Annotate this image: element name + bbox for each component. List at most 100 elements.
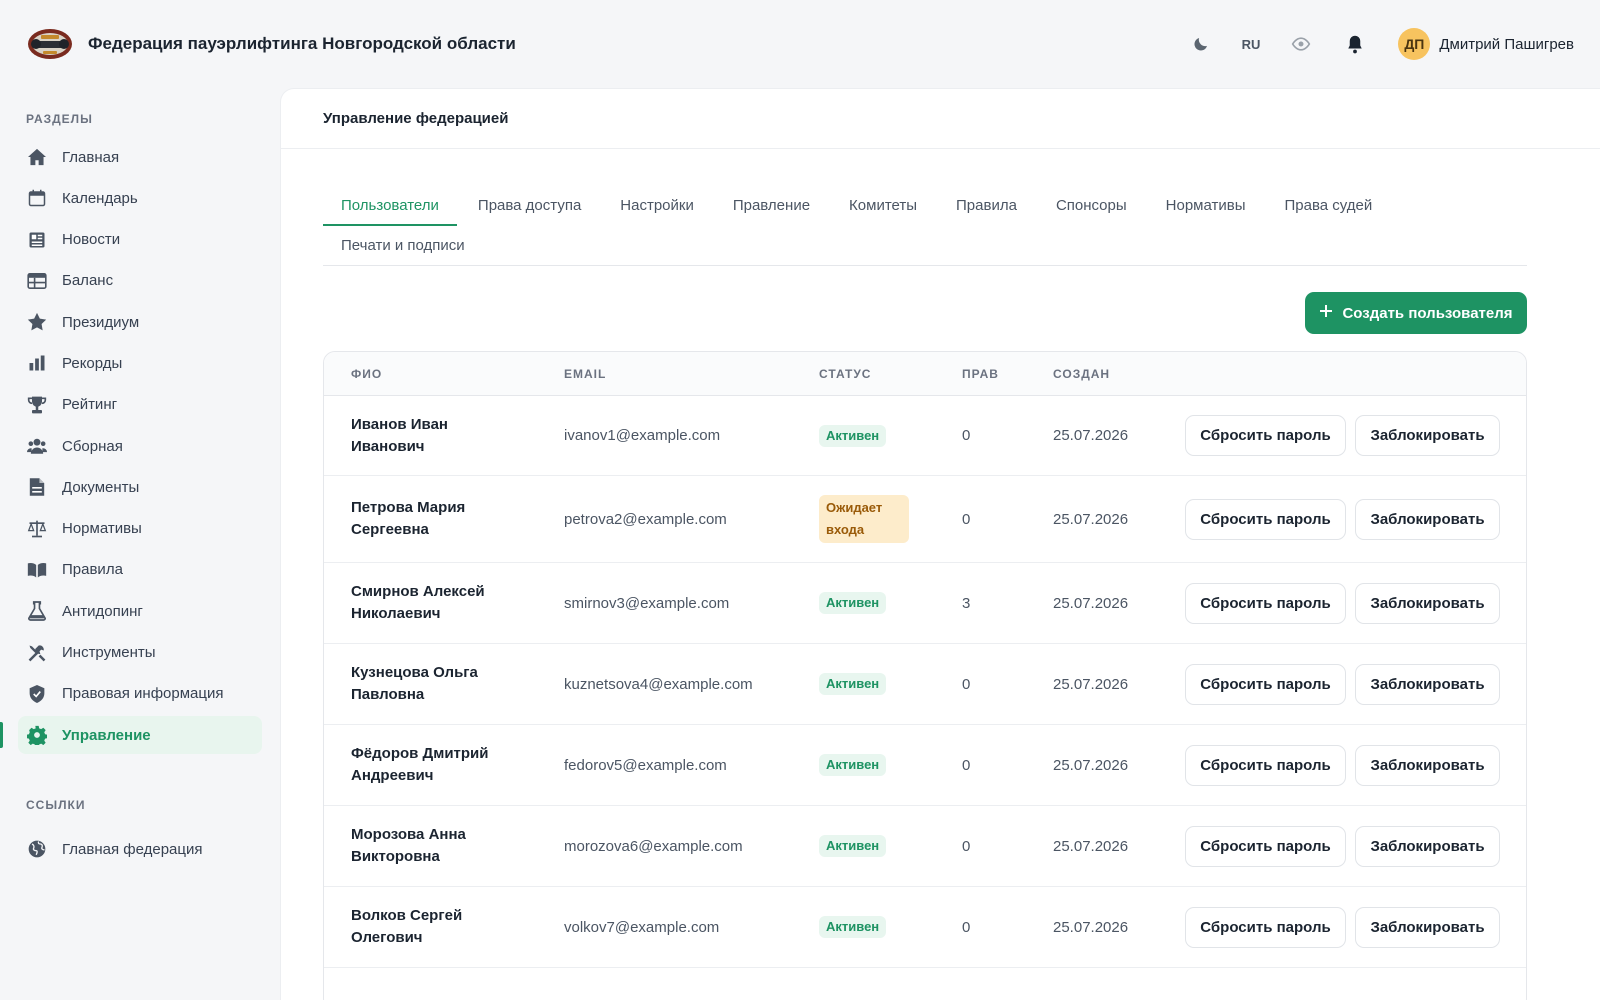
block-user-button[interactable]: Заблокировать bbox=[1355, 415, 1500, 456]
sidebar-item-label: Рекорды bbox=[62, 354, 123, 372]
reset-password-button[interactable]: Сбросить пароль bbox=[1185, 415, 1346, 456]
user-name-cell: Смирнов Алексей Николаевич bbox=[351, 583, 485, 622]
sidebar-item-rating[interactable]: Рейтинг bbox=[18, 386, 262, 424]
tab-seals-signatures[interactable]: Печати и подписи bbox=[323, 225, 483, 265]
news-icon bbox=[26, 229, 48, 251]
status-badge: Активен bbox=[819, 754, 887, 776]
table-row: Кузнецова Ольга Павловна kuznetsova4@exa… bbox=[324, 644, 1526, 725]
tab-rules[interactable]: Правила bbox=[938, 185, 1035, 225]
column-header-email[interactable]: EMAIL bbox=[537, 367, 793, 381]
created-cell: 25.07.2026 bbox=[1053, 594, 1129, 612]
table-row: Иванов Иван Иванович ivanov1@example.com… bbox=[324, 396, 1526, 476]
sidebar-item-documents[interactable]: Документы bbox=[18, 468, 262, 506]
federation-logo[interactable] bbox=[26, 26, 74, 62]
tab-users[interactable]: Пользователи bbox=[323, 185, 457, 226]
create-user-label: Создать пользователя bbox=[1342, 304, 1513, 322]
tab-board[interactable]: Правление bbox=[715, 185, 828, 225]
main-panel: Управление федерацией Пользователи Права… bbox=[280, 88, 1600, 1000]
tab-judge-rights[interactable]: Права судей bbox=[1267, 185, 1391, 225]
bell-icon[interactable] bbox=[1342, 31, 1368, 57]
tab-standards[interactable]: Нормативы bbox=[1148, 185, 1264, 225]
sidebar-item-label: Рейтинг bbox=[62, 396, 118, 414]
sidebar-item-legal[interactable]: Правовая информация bbox=[18, 675, 262, 713]
table-row: Фёдоров Дмитрий Андреевич fedorov5@examp… bbox=[324, 725, 1526, 806]
block-user-button[interactable]: Заблокировать bbox=[1355, 498, 1500, 540]
block-user-button[interactable]: Заблокировать bbox=[1355, 906, 1500, 948]
sidebar-item-presidium[interactable]: Президиум bbox=[18, 303, 262, 341]
language-switch[interactable]: RU bbox=[1242, 37, 1261, 52]
reset-password-button[interactable]: Сбросить пароль bbox=[1185, 582, 1346, 624]
table-row: Смирнов Алексей Николаевич smirnov3@exam… bbox=[324, 563, 1526, 644]
reset-password-button[interactable]: Сбросить пароль bbox=[1185, 825, 1346, 867]
created-cell: 25.07.2026 bbox=[1053, 837, 1129, 855]
block-user-button[interactable]: Заблокировать bbox=[1355, 744, 1500, 786]
eye-icon[interactable] bbox=[1288, 31, 1314, 57]
active-indicator bbox=[0, 722, 3, 749]
created-cell: 25.07.2026 bbox=[1053, 510, 1129, 528]
scales-icon bbox=[26, 518, 48, 540]
block-user-button[interactable]: Заблокировать bbox=[1355, 825, 1500, 867]
rights-cell: 0 bbox=[962, 510, 971, 528]
sidebar-item-label: Главная федерация bbox=[62, 840, 203, 858]
reset-password-button[interactable]: Сбросить пароль bbox=[1185, 906, 1346, 948]
tab-sponsors[interactable]: Спонсоры bbox=[1038, 185, 1145, 225]
sidebar-item-rules[interactable]: Правила bbox=[18, 551, 262, 589]
app-title: Федерация пауэрлифтинга Новгородской обл… bbox=[88, 34, 516, 53]
tab-access-rights[interactable]: Права доступа bbox=[460, 185, 599, 225]
reset-password-button[interactable]: Сбросить пароль bbox=[1185, 744, 1346, 786]
sidebar-item-tools[interactable]: Инструменты bbox=[18, 634, 262, 672]
user-email-cell: smirnov3@example.com bbox=[564, 594, 730, 612]
sidebar-item-news[interactable]: Новости bbox=[18, 221, 262, 259]
table-row: Петрова Мария Сергеевна petrova2@example… bbox=[324, 476, 1526, 563]
sidebar-item-label: Документы bbox=[62, 478, 140, 496]
sidebar-item-label: Баланс bbox=[62, 272, 114, 290]
column-header-created[interactable]: СОЗДАН bbox=[1027, 367, 1157, 381]
sidebar-link-main-federation[interactable]: Главная федерация bbox=[18, 830, 262, 868]
table-row: Морозова Анна Викторовна morozova6@examp… bbox=[324, 806, 1526, 887]
reset-password-button[interactable]: Сбросить пароль bbox=[1185, 663, 1346, 705]
users-icon bbox=[26, 435, 48, 457]
tools-icon bbox=[26, 642, 48, 664]
tab-settings[interactable]: Настройки bbox=[602, 185, 712, 225]
calendar-icon bbox=[26, 187, 48, 209]
rights-cell: 0 bbox=[962, 918, 971, 936]
create-user-button[interactable]: Создать пользователя bbox=[1305, 292, 1527, 334]
globe-icon bbox=[26, 838, 48, 860]
tab-committees[interactable]: Комитеты bbox=[831, 185, 935, 225]
table-header: ФИО EMAIL СТАТУС ПРАВ СОЗДАН bbox=[324, 352, 1526, 396]
sidebar-item-standards[interactable]: Нормативы bbox=[18, 510, 262, 548]
status-badge: Активен bbox=[819, 424, 887, 447]
reset-password-button[interactable]: Сбросить пароль bbox=[1185, 498, 1346, 540]
sidebar-item-label: Календарь bbox=[62, 189, 138, 207]
column-header-rights[interactable]: ПРАВ bbox=[936, 367, 1027, 381]
sidebar-item-antidoping[interactable]: Антидопинг bbox=[18, 592, 262, 630]
user-name-cell: Иванов Иван Иванович bbox=[351, 415, 448, 455]
status-badge: Ожидает входа bbox=[819, 495, 909, 543]
user-email-cell: morozova6@example.com bbox=[564, 837, 743, 855]
sidebar-item-records[interactable]: Рекорды bbox=[18, 344, 262, 382]
user-name-cell: Кузнецова Ольга Павловна bbox=[351, 664, 478, 703]
user-email-cell: kuznetsova4@example.com bbox=[564, 675, 753, 693]
sidebar-item-home[interactable]: Главная bbox=[18, 138, 262, 176]
avatar[interactable]: ДП bbox=[1398, 28, 1431, 60]
sidebar-item-balance[interactable]: Баланс bbox=[18, 262, 262, 300]
user-name[interactable]: Дмитрий Пашигрев bbox=[1439, 36, 1574, 53]
column-header-name[interactable]: ФИО bbox=[324, 367, 537, 381]
block-user-button[interactable]: Заблокировать bbox=[1355, 663, 1500, 705]
rights-cell: 0 bbox=[962, 756, 971, 774]
sidebar-item-management[interactable]: Управление bbox=[0, 716, 262, 755]
block-user-button[interactable]: Заблокировать bbox=[1355, 582, 1500, 624]
sidebar-item-calendar[interactable]: Календарь bbox=[18, 179, 262, 217]
bar-chart-icon bbox=[26, 352, 48, 374]
user-email-cell: volkov7@example.com bbox=[564, 918, 720, 936]
rights-cell: 0 bbox=[962, 675, 971, 693]
moon-icon[interactable] bbox=[1188, 31, 1214, 57]
user-email-cell: ivanov1@example.com bbox=[564, 427, 721, 444]
sidebar-item-team[interactable]: Сборная bbox=[18, 427, 262, 465]
table-row bbox=[324, 968, 1526, 1000]
column-header-status[interactable]: СТАТУС bbox=[793, 367, 936, 381]
sidebar-item-label: Сборная bbox=[62, 437, 123, 455]
header-actions: RU ДП Дмитрий Пашигрев bbox=[1174, 28, 1574, 60]
plus-icon bbox=[1319, 304, 1333, 322]
rights-cell: 0 bbox=[962, 427, 971, 444]
